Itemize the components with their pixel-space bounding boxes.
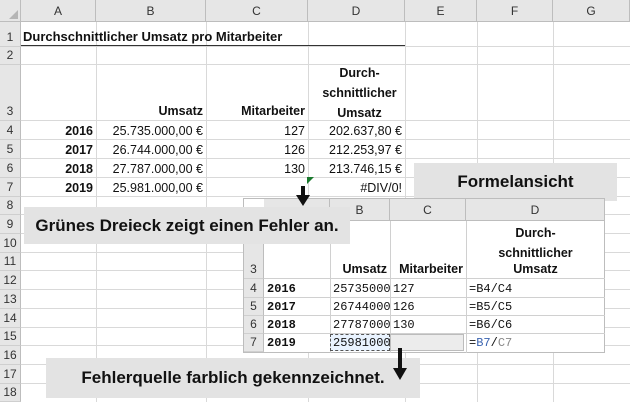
fv-cell-umsatz[interactable]: 25735000	[330, 279, 391, 298]
title-border	[21, 45, 405, 46]
header-durchschnitt-line2: schnittlicher	[322, 86, 397, 100]
cell-year[interactable]: 2016	[21, 121, 96, 140]
fv-header-durchschnitt-line3[interactable]: Umsatz	[466, 259, 605, 279]
cell-mitarbeiter[interactable]: 127	[206, 121, 308, 140]
cell-year[interactable]: 2017	[21, 140, 96, 159]
formula-operator: /	[490, 336, 498, 350]
cell-year[interactable]: 2018	[21, 159, 96, 178]
cell-umsatz[interactable]: 25.735.000,00 €	[96, 121, 206, 140]
header-mitarbeiter[interactable]: Mitarbeiter	[206, 101, 308, 121]
fv-cell-umsatz[interactable]: 27787000	[330, 316, 391, 334]
fv-cell-year[interactable]: 2016	[264, 279, 330, 298]
row-header-6[interactable]: 6	[0, 159, 21, 178]
fv-row-header-7[interactable]: 7	[244, 334, 264, 352]
fv-header-durchschnitt[interactable]: Durch- schnittlicher	[466, 223, 605, 263]
row-header-2[interactable]: 2	[0, 47, 21, 65]
column-header-g[interactable]: G	[553, 0, 630, 22]
cell-umsatz[interactable]: 26.744.000,00 €	[96, 140, 206, 159]
row-header-1[interactable]: 1	[0, 22, 21, 47]
cell-mitarbeiter[interactable]: 126	[206, 140, 308, 159]
row-header-4[interactable]: 4	[0, 121, 21, 140]
arrow-down-icon	[296, 195, 310, 206]
fv-row-header-5[interactable]: 5	[244, 298, 264, 316]
row-header-12[interactable]: 12	[0, 271, 21, 290]
fv-header-durchschnitt-line1: Durch-	[515, 226, 556, 240]
fv-row-header-6[interactable]: 6	[244, 316, 264, 334]
column-header-a[interactable]: A	[21, 0, 96, 22]
column-header-b[interactable]: B	[96, 0, 206, 22]
gridline	[21, 46, 630, 47]
row-header-14[interactable]: 14	[0, 309, 21, 328]
cell-umsatz[interactable]: 25.981.000,00 €	[96, 178, 206, 197]
cell-avg[interactable]: 202.637,80 €	[308, 121, 405, 140]
column-header-f[interactable]: F	[477, 0, 553, 22]
callout-formelansicht: Formelansicht	[414, 163, 617, 201]
fv-cell-year[interactable]: 2019	[264, 334, 330, 352]
row-header-9[interactable]: 9	[0, 215, 21, 234]
fv-row-header-4[interactable]: 4	[244, 279, 264, 298]
fv-column-header-d[interactable]: D	[466, 199, 605, 221]
fv-cell-formula[interactable]: =B4/C4	[466, 279, 605, 298]
fv-cell-year[interactable]: 2017	[264, 298, 330, 316]
row-header-17[interactable]: 17	[0, 365, 21, 384]
fv-cell-mitarbeiter[interactable]: 130	[390, 316, 466, 334]
row-header-15[interactable]: 15	[0, 328, 21, 346]
cell-avg[interactable]: 213.746,15 €	[308, 159, 405, 178]
row-header-7[interactable]: 7	[0, 178, 21, 197]
select-all-triangle-icon	[9, 10, 18, 19]
row-header-5[interactable]: 5	[0, 140, 21, 159]
fv-column-header-c[interactable]: C	[390, 199, 466, 221]
row-header-18[interactable]: 18	[0, 384, 21, 402]
row-header-10[interactable]: 10	[0, 234, 21, 253]
header-durchschnitt-line1: Durch-	[339, 66, 380, 80]
row-header-13[interactable]: 13	[0, 290, 21, 309]
fv-header-mitarbeiter[interactable]: Mitarbeiter	[390, 259, 466, 279]
fv-cell-mitarbeiter[interactable]: 127	[390, 279, 466, 298]
header-durchschnitt[interactable]: Durch- schnittlicher Umsatz	[314, 63, 405, 123]
fv-cell-umsatz[interactable]: 26744000	[330, 298, 391, 316]
column-header-d[interactable]: D	[308, 0, 405, 22]
column-header-c[interactable]: C	[206, 0, 308, 22]
row-header-11[interactable]: 11	[0, 253, 21, 271]
fv-cell-formula[interactable]: =B6/C6	[466, 316, 605, 334]
formula-ref-c7: C7	[497, 336, 513, 350]
cell-umsatz[interactable]: 27.787.000,00 €	[96, 159, 206, 178]
arrow-down-icon	[398, 348, 402, 370]
fv-cell-umsatz-ref[interactable]: 25981000	[330, 334, 391, 352]
arrow-down-icon	[393, 368, 407, 380]
fv-header-umsatz[interactable]: Umsatz	[330, 259, 390, 279]
fv-cell-mitarbeiter[interactable]: 126	[390, 298, 466, 316]
cell-avg-error[interactable]: #DIV/0!	[308, 178, 405, 197]
cell-mitarbeiter[interactable]: 130	[206, 159, 308, 178]
fv-cell-formula-error[interactable]: = B7/C7	[466, 334, 605, 352]
header-umsatz[interactable]: Umsatz	[96, 101, 206, 121]
row-header-3[interactable]: 3	[0, 65, 21, 121]
fv-cell-year[interactable]: 2018	[264, 316, 330, 334]
cell-year[interactable]: 2019	[21, 178, 96, 197]
cell-avg[interactable]: 212.253,97 €	[308, 140, 405, 159]
select-all-corner[interactable]	[0, 0, 21, 22]
callout-green-triangle: Grünes Dreieck zeigt einen Fehler an.	[24, 207, 350, 244]
formula-ref-b7: B7	[476, 336, 491, 350]
row-header-16[interactable]: 16	[0, 346, 21, 365]
sheet-title[interactable]: Durchschnittlicher Umsatz pro Mitarbeite…	[23, 29, 282, 44]
spreadsheet: A B C D E F G 1 2 3 4 5 6 7 8 9 10 11 12…	[0, 0, 630, 402]
header-durchschnitt-line3: Umsatz	[337, 106, 382, 120]
error-indicator-triangle-icon[interactable]	[307, 177, 314, 184]
fv-cell-formula[interactable]: =B5/C5	[466, 298, 605, 316]
cell-mitarbeiter[interactable]	[206, 178, 308, 197]
row-header-8[interactable]: 8	[0, 197, 21, 215]
formula-equals: =	[469, 336, 477, 350]
column-header-e[interactable]: E	[405, 0, 477, 22]
callout-error-source: Fehlerquelle farblich gekennzeichnet.	[46, 358, 420, 398]
